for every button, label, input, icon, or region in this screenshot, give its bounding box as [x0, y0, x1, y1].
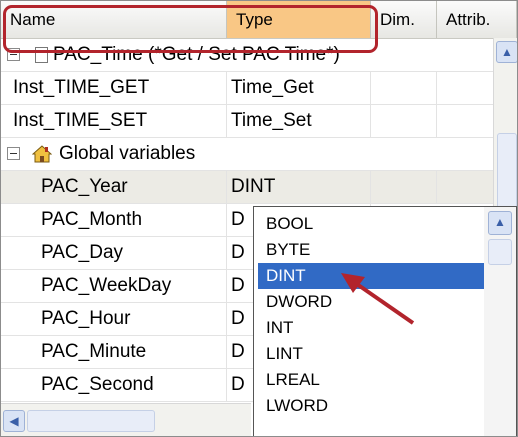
variable-name-cell[interactable]: PAC_Month [41, 204, 227, 236]
column-header-attrib[interactable]: Attrib. [437, 1, 517, 38]
home-icon [32, 145, 52, 163]
variable-name-cell[interactable]: PAC_Year [41, 171, 227, 203]
variable-dim-cell[interactable] [371, 171, 437, 203]
dropdown-scroll-thumb[interactable] [488, 239, 512, 265]
variable-dim-cell[interactable] [371, 105, 437, 137]
variable-name-cell[interactable]: PAC_Day [41, 237, 227, 269]
dropdown-option[interactable]: INT [258, 315, 484, 341]
variable-name-cell[interactable]: Inst_TIME_SET [13, 105, 227, 137]
chevron-up-icon: ▲ [494, 215, 506, 229]
dropdown-scrollbar[interactable]: ▲ [484, 207, 516, 436]
variable-name-cell[interactable]: PAC_WeekDay [41, 270, 227, 302]
chevron-left-icon: ◀ [9, 414, 19, 428]
table-row[interactable]: Inst_TIME_GET Time_Get [1, 72, 493, 105]
header-highlight-box [3, 5, 378, 53]
variable-name-cell[interactable]: PAC_Second [41, 369, 227, 401]
dropdown-option[interactable]: LWORD [258, 393, 484, 419]
horizontal-scrollbar[interactable]: ◀ [1, 403, 251, 436]
table-row[interactable]: PAC_Year DINT [1, 171, 493, 204]
group-label: Global variables [59, 143, 196, 164]
dropdown-scroll-up-button[interactable]: ▲ [488, 211, 512, 235]
scroll-up-button[interactable]: ▲ [496, 41, 517, 63]
dropdown-option[interactable]: BYTE [258, 237, 484, 263]
dropdown-option[interactable]: LREAL [258, 367, 484, 393]
dropdown-option[interactable]: LINT [258, 341, 484, 367]
dropdown-option[interactable]: BOOL [258, 211, 484, 237]
column-header-dim[interactable]: Dim. [371, 1, 437, 38]
dropdown-option-selected[interactable]: DINT [258, 263, 484, 289]
scroll-left-button[interactable]: ◀ [3, 410, 25, 432]
collapse-icon[interactable] [7, 147, 20, 160]
variable-editor-window: Name Type Dim. Attrib. PAC_Time (*Get / … [0, 0, 518, 437]
group-row-global-variables[interactable]: Global variables [1, 138, 493, 171]
scroll-thumb[interactable] [27, 410, 155, 432]
variable-type-cell[interactable]: Time_Get [227, 72, 371, 104]
variable-name-cell[interactable]: Inst_TIME_GET [13, 72, 227, 104]
dropdown-option[interactable]: DWORD [258, 289, 484, 315]
variable-type-cell[interactable]: DINT [227, 171, 371, 203]
variable-type-cell[interactable]: Time_Set [227, 105, 371, 137]
table-row[interactable]: Inst_TIME_SET Time_Set [1, 105, 493, 138]
chevron-up-icon: ▲ [501, 45, 513, 59]
variable-name-cell[interactable]: PAC_Minute [41, 336, 227, 368]
type-dropdown-list[interactable]: BOOL BYTE DINT DWORD INT LINT LREAL LWOR… [253, 206, 517, 436]
variable-name-cell[interactable]: PAC_Hour [41, 303, 227, 335]
variable-dim-cell[interactable] [371, 72, 437, 104]
